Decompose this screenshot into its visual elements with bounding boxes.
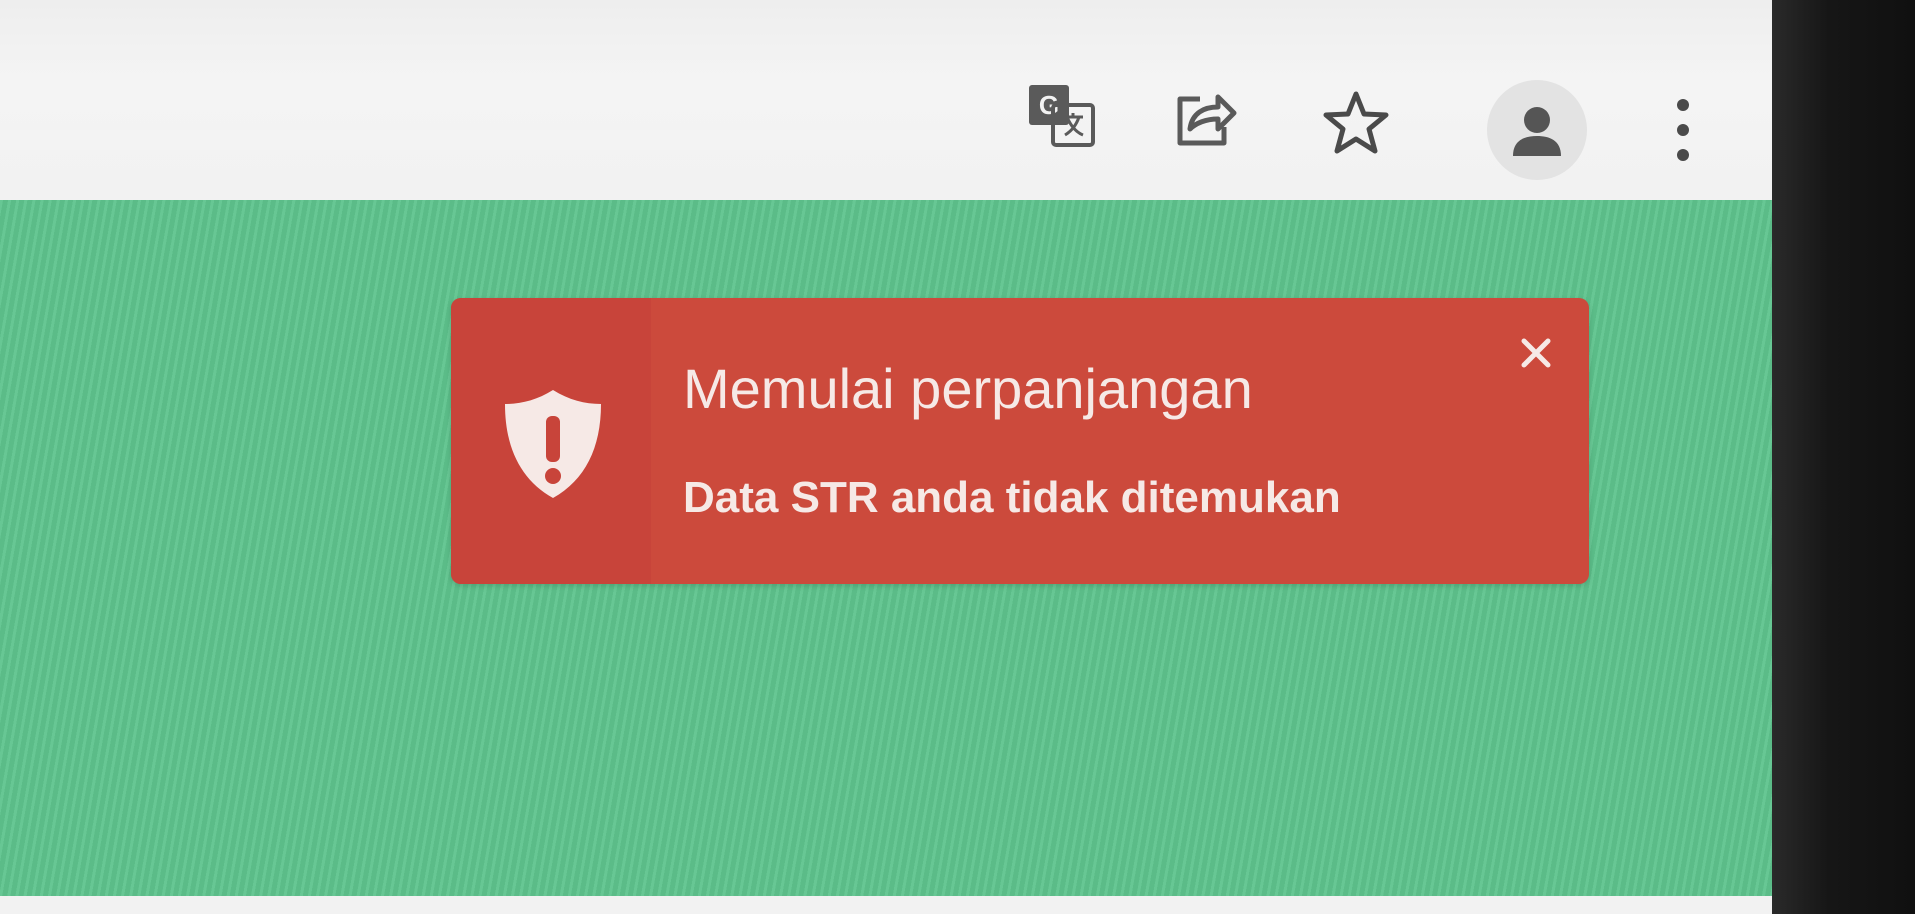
bookmark-star-icon: [1323, 91, 1389, 154]
toast-title: Memulai perpanjangan: [683, 357, 1253, 420]
toast-message: Data STR anda tidak ditemukan: [683, 473, 1341, 522]
bookmark-button[interactable]: [1316, 83, 1396, 163]
profile-icon: [1513, 107, 1561, 156]
profile-button[interactable]: [1487, 80, 1587, 180]
translate-button[interactable]: G: [1022, 76, 1102, 156]
shield-alert-icon: [505, 390, 601, 498]
browser-menu-button[interactable]: [1641, 88, 1725, 172]
translate-icon: G: [1029, 85, 1095, 147]
close-icon: [1521, 338, 1551, 368]
toast-close-button[interactable]: [1511, 328, 1561, 378]
share-button[interactable]: [1165, 78, 1245, 158]
share-icon: [1177, 94, 1237, 146]
error-toast: Memulai perpanjangan Data STR anda tidak…: [451, 298, 1589, 584]
monitor-bezel: [1772, 0, 1915, 914]
browser-toolbar: G: [0, 0, 1772, 200]
menu-kebab-icon: [1677, 99, 1689, 161]
page-bottom-strip: [0, 896, 1772, 914]
browser-screen: G Memulai perpanjangan Data STR anda tid…: [0, 0, 1772, 914]
toast-icon-area: [451, 298, 651, 584]
